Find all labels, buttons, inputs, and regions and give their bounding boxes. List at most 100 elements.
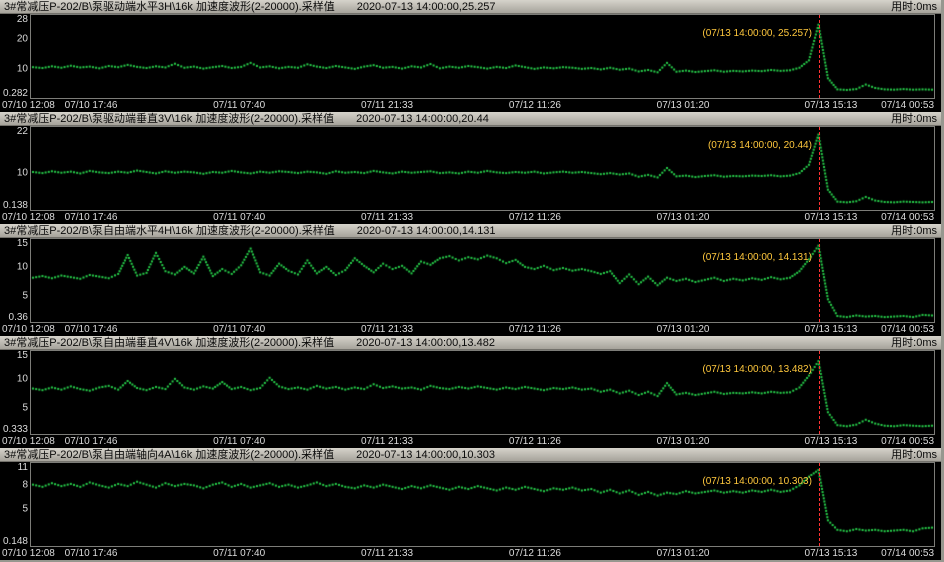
y-tick-label: 0.282 <box>3 88 28 99</box>
x-tick-label: 07/13 01:20 <box>657 100 710 111</box>
y-tick-label: 11 <box>18 462 28 473</box>
y-axis: 15 10 5 0.333 <box>0 350 30 435</box>
sample-value: 2020-07-13 14:00:00,20.44 <box>356 112 489 126</box>
chart-row: 11850.148 (07/13 14:00:00, 10.303) <box>0 462 941 547</box>
sample-value: 2020-07-13 14:00:00,10.303 <box>356 448 495 462</box>
x-tick-label: 07/13 15:13 <box>805 100 858 111</box>
cursor-line[interactable] <box>819 463 820 546</box>
x-tick-label: 07/12 11:26 <box>509 100 561 111</box>
x-tick-label: 07/11 21:33 <box>361 100 413 111</box>
trend-panel-4v: 3#常减压P-202/B\泵自由端垂直4V\16k 加速度波形(2-20000)… <box>0 336 941 448</box>
x-tick-label: 07/14 00:53 <box>881 436 934 447</box>
x-tick-label: 07/11 21:33 <box>361 436 413 447</box>
x-tick-label: 07/10 17:46 <box>65 100 118 111</box>
trend-panel-3h: 3#常减压P-202/B\泵驱动端水平3H\16k 加速度波形(2-20000)… <box>0 0 941 112</box>
x-tick-label: 07/11 21:33 <box>361 212 413 223</box>
panel-titlebar: 3#常减压P-202/B\泵自由端轴向4A\16k 加速度波形(2-20000)… <box>0 448 941 462</box>
y-tick-label: 22 <box>17 126 28 137</box>
x-tick-label: 07/11 07:40 <box>213 548 265 559</box>
chart-row: 151050.36 (07/13 14:00:00, 14.131) <box>0 238 941 323</box>
x-tick-label: 07/10 17:46 <box>65 436 118 447</box>
trend-viewer-window: 3#常减压P-202/B\泵驱动端水平3H\16k 加速度波形(2-20000)… <box>0 0 944 562</box>
peak-annotation: (07/13 14:00:00, 25.257) <box>702 28 812 39</box>
trend-panel-3v: 3#常减压P-202/B\泵驱动端垂直3V\16k 加速度波形(2-20000)… <box>0 112 941 224</box>
channel-title: 3#常减压P-202/B\泵自由端轴向4A\16k 加速度波形(2-20000)… <box>4 448 334 462</box>
elapsed-time: 用时:0ms <box>891 336 937 350</box>
panel-titlebar: 3#常减压P-202/B\泵驱动端垂直3V\16k 加速度波形(2-20000)… <box>0 112 941 126</box>
chart-row: 22 10 0.138 (07/13 14:00:00, 20.44) <box>0 126 941 211</box>
x-tick-label: 07/13 15:13 <box>805 324 858 335</box>
panel-titlebar: 3#常减压P-202/B\泵自由端水平4H\16k 加速度波形(2-20000)… <box>0 224 941 238</box>
x-axis: 07/10 12:08 07/10 17:46 07/11 07:40 07/11 2… <box>0 435 941 448</box>
channel-title: 3#常减压P-202/B\泵自由端垂直4V\16k 加速度波形(2-20000)… <box>4 336 334 350</box>
y-tick-label: 10 <box>17 64 28 75</box>
sample-value: 2020-07-13 14:00:00,13.482 <box>356 336 495 350</box>
channel-title: 3#常减压P-202/B\泵驱动端水平3H\16k 加速度波形(2-20000)… <box>4 0 335 14</box>
y-tick-label: 0.148 <box>3 536 28 547</box>
channel-title: 3#常减压P-202/B\泵自由端水平4H\16k 加速度波形(2-20000)… <box>4 224 335 238</box>
x-tick-label: 07/10 12:08 <box>2 212 55 223</box>
sample-value: 2020-07-13 14:00:00,25.257 <box>357 0 496 14</box>
x-tick-label: 07/11 07:40 <box>213 212 265 223</box>
x-axis: 07/10 12:08 07/10 17:46 07/11 07:40 07/11 2… <box>0 99 941 112</box>
x-tick-label: 07/12 11:26 <box>509 436 561 447</box>
x-tick-label: 07/10 17:46 <box>65 548 118 559</box>
y-tick-label: 8 <box>22 480 28 491</box>
x-tick-label: 07/12 11:26 <box>509 324 561 335</box>
x-tick-label: 07/13 01:20 <box>657 324 710 335</box>
x-axis: 07/10 12:0807/10 17:4607/11 07:4007/11 2… <box>0 547 941 560</box>
x-tick-label: 07/11 21:33 <box>361 548 413 559</box>
elapsed-time: 用时:0ms <box>891 224 937 238</box>
x-tick-label: 07/13 15:13 <box>805 548 858 559</box>
y-tick-label: 20 <box>17 33 28 44</box>
x-tick-label: 07/10 12:08 <box>2 100 55 111</box>
x-tick-label: 07/10 17:46 <box>65 324 118 335</box>
x-tick-label: 07/12 11:26 <box>509 548 561 559</box>
peak-annotation: (07/13 14:00:00, 13.482) <box>702 364 812 375</box>
y-tick-label: 10 <box>17 167 28 178</box>
waveform-plot[interactable]: (07/13 14:00:00, 13.482) <box>30 350 935 435</box>
panel-titlebar: 3#常减压P-202/B\泵驱动端水平3H\16k 加速度波形(2-20000)… <box>0 0 941 14</box>
x-tick-label: 07/13 15:13 <box>805 436 858 447</box>
y-tick-label: 15 <box>17 238 28 249</box>
elapsed-time: 用时:0ms <box>891 0 937 14</box>
x-tick-label: 07/14 00:53 <box>881 324 934 335</box>
trend-panel-4a: 3#常减压P-202/B\泵自由端轴向4A\16k 加速度波形(2-20000)… <box>0 448 941 560</box>
peak-annotation: (07/13 14:00:00, 10.303) <box>702 476 812 487</box>
y-tick-label: 10 <box>17 262 28 273</box>
y-tick-label: 5 <box>22 402 28 413</box>
y-tick-label: 10 <box>17 373 28 384</box>
x-tick-label: 07/10 12:08 <box>2 436 55 447</box>
peak-annotation: (07/13 14:00:00, 20.44) <box>708 140 812 151</box>
x-tick-label: 07/10 12:08 <box>2 324 55 335</box>
x-axis: 07/10 12:0807/10 17:4607/11 07:4007/11 2… <box>0 211 941 224</box>
y-axis: 151050.36 <box>0 238 30 323</box>
cursor-line[interactable] <box>819 127 820 210</box>
y-tick-label: 0.138 <box>3 200 28 211</box>
elapsed-time: 用时:0ms <box>891 448 937 462</box>
x-tick-label: 07/13 01:20 <box>657 212 710 223</box>
x-tick-label: 07/13 01:20 <box>657 436 710 447</box>
x-tick-label: 07/14 00:53 <box>881 212 934 223</box>
y-axis: 22 10 0.138 <box>0 126 30 211</box>
peak-annotation: (07/13 14:00:00, 14.131) <box>702 252 812 263</box>
y-tick-label: 0.333 <box>3 424 28 435</box>
waveform-plot[interactable]: (07/13 14:00:00, 14.131) <box>30 238 935 323</box>
waveform-plot[interactable]: (07/13 14:00:00, 25.257) <box>30 14 935 99</box>
x-tick-label: 07/11 07:40 <box>213 324 265 335</box>
cursor-line[interactable] <box>819 351 820 434</box>
waveform-plot[interactable]: (07/13 14:00:00, 20.44) <box>30 126 935 211</box>
x-tick-label: 07/13 15:13 <box>805 212 858 223</box>
cursor-line[interactable] <box>819 239 820 322</box>
x-tick-label: 07/13 01:20 <box>657 548 710 559</box>
chart-row: 2820100.282 (07/13 14:00:00, 25.257) <box>0 14 941 99</box>
x-tick-label: 07/11 07:40 <box>213 100 265 111</box>
x-tick-label: 07/11 21:33 <box>361 324 413 335</box>
cursor-line[interactable] <box>819 15 820 98</box>
x-tick-label: 07/14 00:53 <box>881 548 934 559</box>
trend-panel-4h: 3#常减压P-202/B\泵自由端水平4H\16k 加速度波形(2-20000)… <box>0 224 941 336</box>
waveform-plot[interactable]: (07/13 14:00:00, 10.303) <box>30 462 935 547</box>
x-tick-label: 07/11 07:40 <box>213 436 265 447</box>
y-tick-label: 15 <box>17 350 28 361</box>
x-axis: 07/10 12:08 07/10 17:46 07/11 07:40 07/11 2… <box>0 323 941 336</box>
